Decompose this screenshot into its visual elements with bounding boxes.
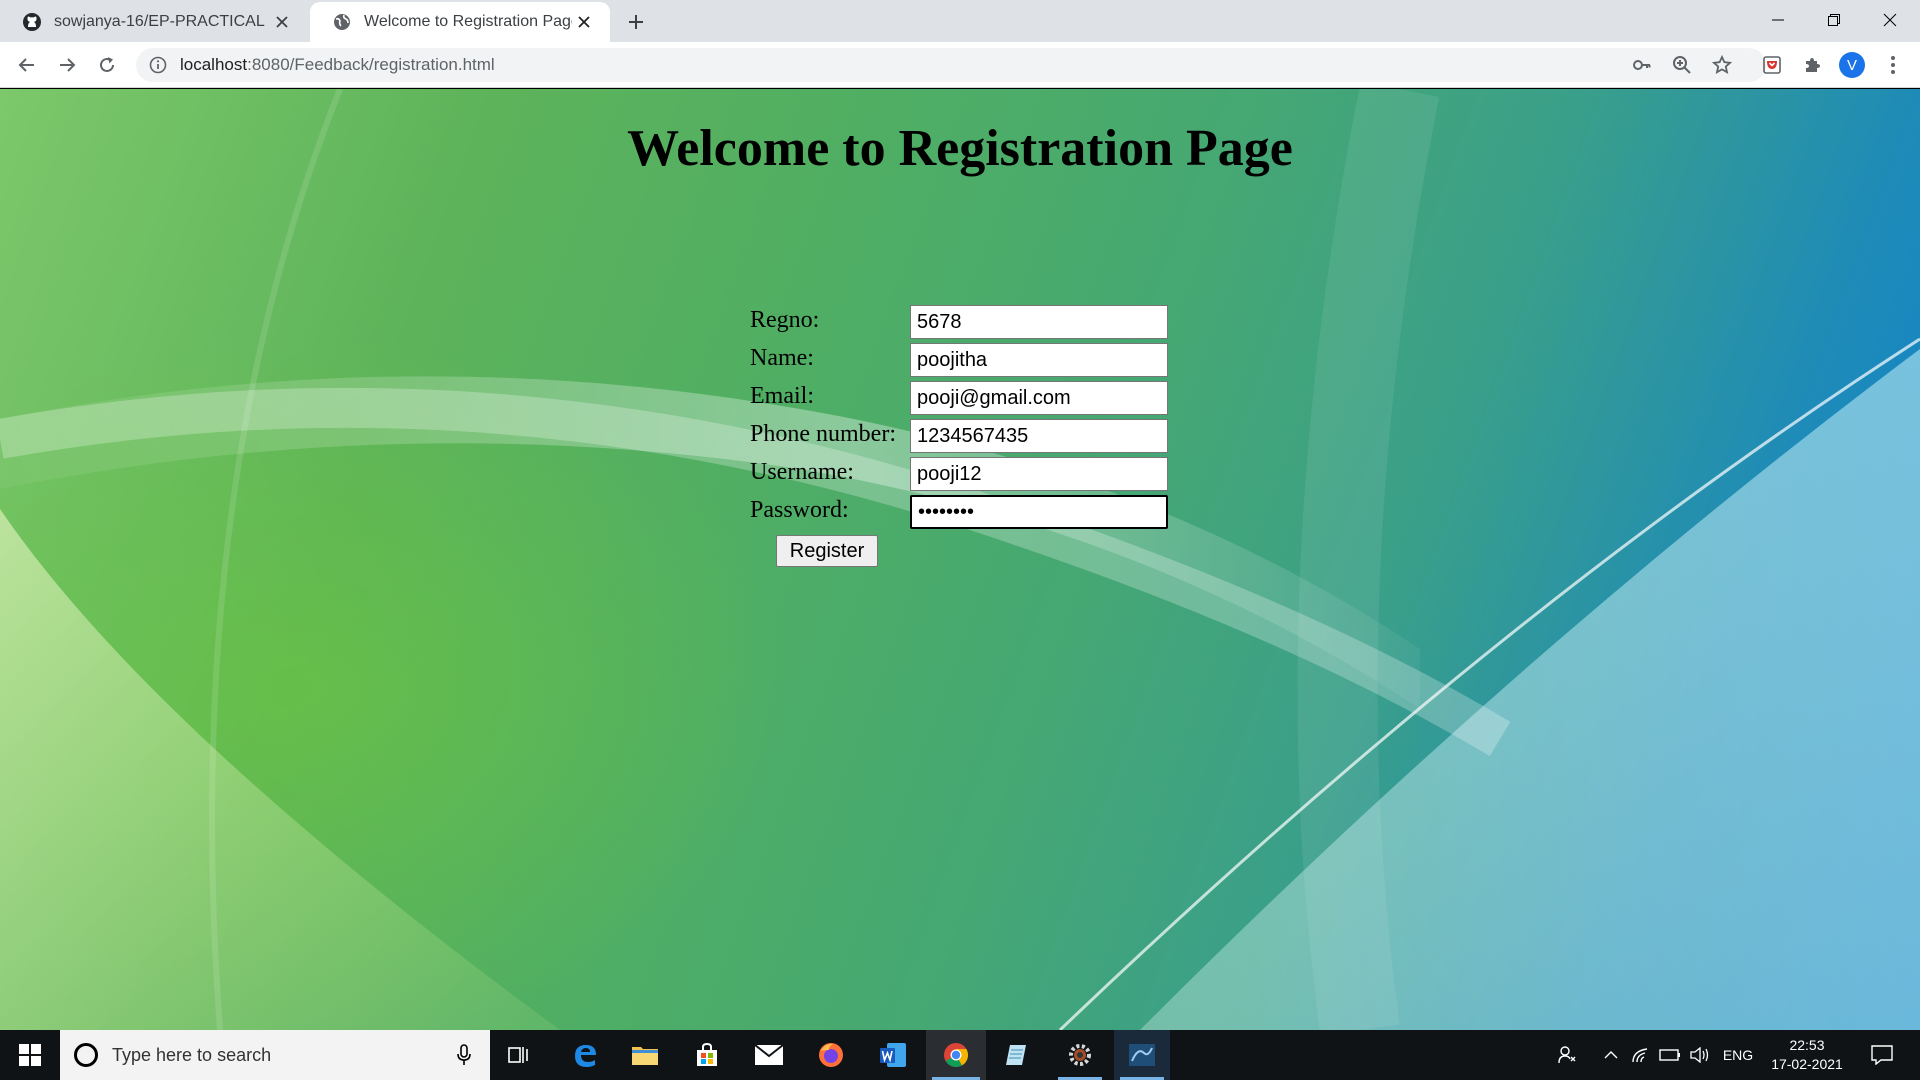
chrome-app[interactable] (926, 1030, 986, 1080)
microphone-icon[interactable] (452, 1043, 476, 1067)
restore-button[interactable] (1806, 0, 1862, 40)
windows-logo-icon (19, 1044, 41, 1066)
browser-toolbar: localhost:8080/Feedback/registration.htm… (0, 42, 1920, 88)
clock[interactable]: 22:53 17-02-2021 (1762, 1036, 1852, 1074)
close-window-button[interactable] (1862, 0, 1918, 40)
url-text: localhost:8080/Feedback/registration.htm… (180, 55, 495, 75)
firefox-app[interactable] (806, 1030, 856, 1080)
username-label: Username: (750, 459, 854, 485)
email-row: Email: (750, 381, 1170, 415)
back-arrow-icon (18, 58, 34, 72)
plus-icon (629, 15, 643, 29)
close-icon[interactable] (572, 10, 596, 34)
key-icon[interactable] (1625, 48, 1659, 82)
minimize-icon (1772, 19, 1784, 21)
store-app[interactable] (682, 1030, 732, 1080)
settings-app[interactable] (1052, 1030, 1108, 1080)
reload-button[interactable] (90, 48, 124, 82)
name-input[interactable] (910, 343, 1168, 377)
background-wallpaper (0, 89, 1920, 1030)
url-host: localhost (180, 55, 248, 74)
menu-kebab-icon[interactable] (1876, 48, 1910, 82)
regno-row: Regno: (750, 305, 1170, 339)
notes-app[interactable] (992, 1030, 1042, 1080)
username-row: Username: (750, 457, 1170, 491)
forward-arrow-icon (60, 58, 76, 72)
info-icon[interactable] (148, 55, 168, 75)
regno-label: Regno: (750, 307, 820, 333)
search-placeholder: Type here to search (112, 1044, 272, 1065)
gear-icon (1069, 1044, 1091, 1066)
tab-github[interactable]: sowjanya-16/EP-PRACTICAL (0, 2, 308, 42)
language-indicator[interactable]: ENG (1718, 1030, 1758, 1080)
password-input[interactable] (910, 495, 1168, 529)
regno-input[interactable] (910, 305, 1168, 339)
email-input[interactable] (910, 381, 1168, 415)
database-workbench-icon (1129, 1044, 1155, 1066)
phone-row: Phone number: (750, 419, 1170, 453)
password-row: Password: (750, 495, 1170, 529)
firefox-icon (819, 1043, 843, 1067)
extensions-puzzle-icon[interactable] (1795, 48, 1829, 82)
page-viewport: Welcome to Registration Page Regno: Name… (0, 89, 1920, 1030)
avatar: V (1839, 52, 1865, 78)
tab-title: sowjanya-16/EP-PRACTICAL (54, 13, 265, 30)
address-bar[interactable]: localhost:8080/Feedback/registration.htm… (136, 48, 1766, 82)
edge-app[interactable] (560, 1030, 610, 1080)
cortana-icon (74, 1043, 98, 1067)
zoom-icon[interactable] (1665, 48, 1699, 82)
name-label: Name: (750, 345, 814, 371)
mail-app[interactable] (744, 1030, 794, 1080)
register-button[interactable]: Register (776, 535, 878, 567)
close-icon[interactable] (270, 10, 294, 34)
restore-icon (1828, 14, 1840, 26)
notification-icon[interactable] (1864, 1030, 1900, 1080)
tab-strip: sowjanya-16/EP-PRACTICAL Welcome to Regi… (0, 0, 1920, 42)
phone-input[interactable] (910, 419, 1168, 453)
file-explorer-app[interactable] (620, 1030, 670, 1080)
volume-icon[interactable] (1686, 1030, 1714, 1080)
battery-icon[interactable] (1656, 1030, 1684, 1080)
pocket-extension-icon[interactable] (1755, 48, 1789, 82)
phone-label: Phone number: (750, 421, 896, 447)
notepad-icon (1006, 1045, 1026, 1065)
clock-time: 22:53 (1789, 1037, 1825, 1053)
back-button[interactable] (10, 48, 44, 82)
new-tab-button[interactable] (620, 8, 652, 36)
tab-title: Welcome to Registration Page (364, 13, 572, 30)
mail-icon (754, 1044, 784, 1065)
word-icon (880, 1043, 906, 1067)
minimize-button[interactable] (1750, 0, 1806, 40)
globe-icon (332, 12, 352, 32)
tab-registration[interactable]: Welcome to Registration Page (310, 2, 610, 42)
reload-icon (100, 57, 114, 72)
bookmark-star-icon[interactable] (1705, 48, 1739, 82)
taskbar-search[interactable]: Type here to search (60, 1030, 490, 1080)
page-title: Welcome to Registration Page (627, 120, 1293, 177)
clock-date: 17-02-2021 (1771, 1056, 1843, 1072)
chevron-up-icon[interactable] (1598, 1030, 1624, 1080)
forward-button[interactable] (50, 48, 84, 82)
task-view-icon (508, 1047, 528, 1063)
people-icon[interactable] (1552, 1030, 1582, 1080)
mysql-workbench-app[interactable] (1114, 1030, 1170, 1080)
chrome-icon (944, 1043, 969, 1068)
task-view-button[interactable] (496, 1030, 542, 1080)
folder-icon (632, 1047, 658, 1065)
edge-icon (575, 1045, 596, 1067)
url-path: :8080/Feedback/registration.html (247, 55, 495, 74)
profile-button[interactable]: V (1835, 48, 1869, 82)
store-icon (697, 1042, 717, 1066)
taskbar: Type here to search ENG 22:53 17-02-2021 (0, 1030, 1920, 1080)
start-button[interactable] (0, 1030, 60, 1080)
close-icon (1883, 13, 1897, 27)
username-input[interactable] (910, 457, 1168, 491)
wifi-icon[interactable] (1628, 1030, 1654, 1080)
word-app[interactable] (868, 1030, 918, 1080)
email-label: Email: (750, 383, 814, 409)
name-row: Name: (750, 343, 1170, 377)
github-icon (22, 12, 42, 32)
password-label: Password: (750, 497, 849, 523)
